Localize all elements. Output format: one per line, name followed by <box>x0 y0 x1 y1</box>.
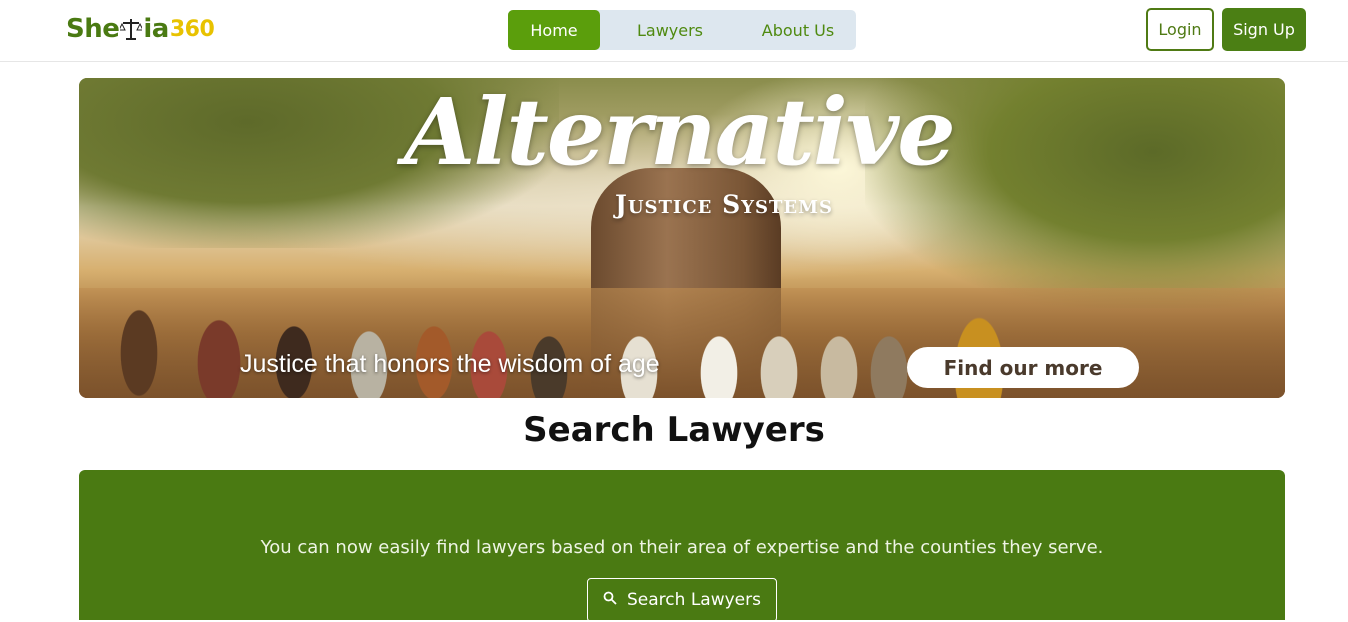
search-lawyers-heading: Search Lawyers <box>523 410 825 450</box>
search-lawyers-panel: You can now easily find lawyers based on… <box>79 470 1285 622</box>
search-description: You can now easily find lawyers based on… <box>260 537 1104 558</box>
logo-text-part2: ia <box>143 14 169 44</box>
search-lawyers-button-label: Search Lawyers <box>627 590 761 610</box>
banner-title: Alternative <box>404 78 956 186</box>
nav-about-us[interactable]: About Us <box>740 10 856 50</box>
find-out-more-button[interactable]: Find our more <box>907 347 1139 388</box>
banner-tagline: Justice that honors the wisdom of age <box>240 350 660 378</box>
logo[interactable]: She ia 360 <box>66 12 215 46</box>
scales-of-justice-icon <box>118 16 145 42</box>
main-nav: Home Lawyers About Us <box>508 10 856 50</box>
hero-banner[interactable]: Alternative Justice Systems Justice that… <box>79 78 1285 398</box>
banner-subtitle: Justice Systems <box>614 190 834 219</box>
logo-suffix: 360 <box>169 16 215 42</box>
sign-up-button[interactable]: Sign Up <box>1222 8 1306 51</box>
site-header: She ia 360 Home Lawyers About Us Login S… <box>0 0 1348 62</box>
nav-lawyers[interactable]: Lawyers <box>600 10 740 50</box>
search-icon <box>603 590 617 610</box>
nav-home[interactable]: Home <box>508 10 600 50</box>
logo-text-part1: She <box>66 14 120 44</box>
login-button[interactable]: Login <box>1146 8 1214 51</box>
search-lawyers-button[interactable]: Search Lawyers <box>587 578 777 622</box>
